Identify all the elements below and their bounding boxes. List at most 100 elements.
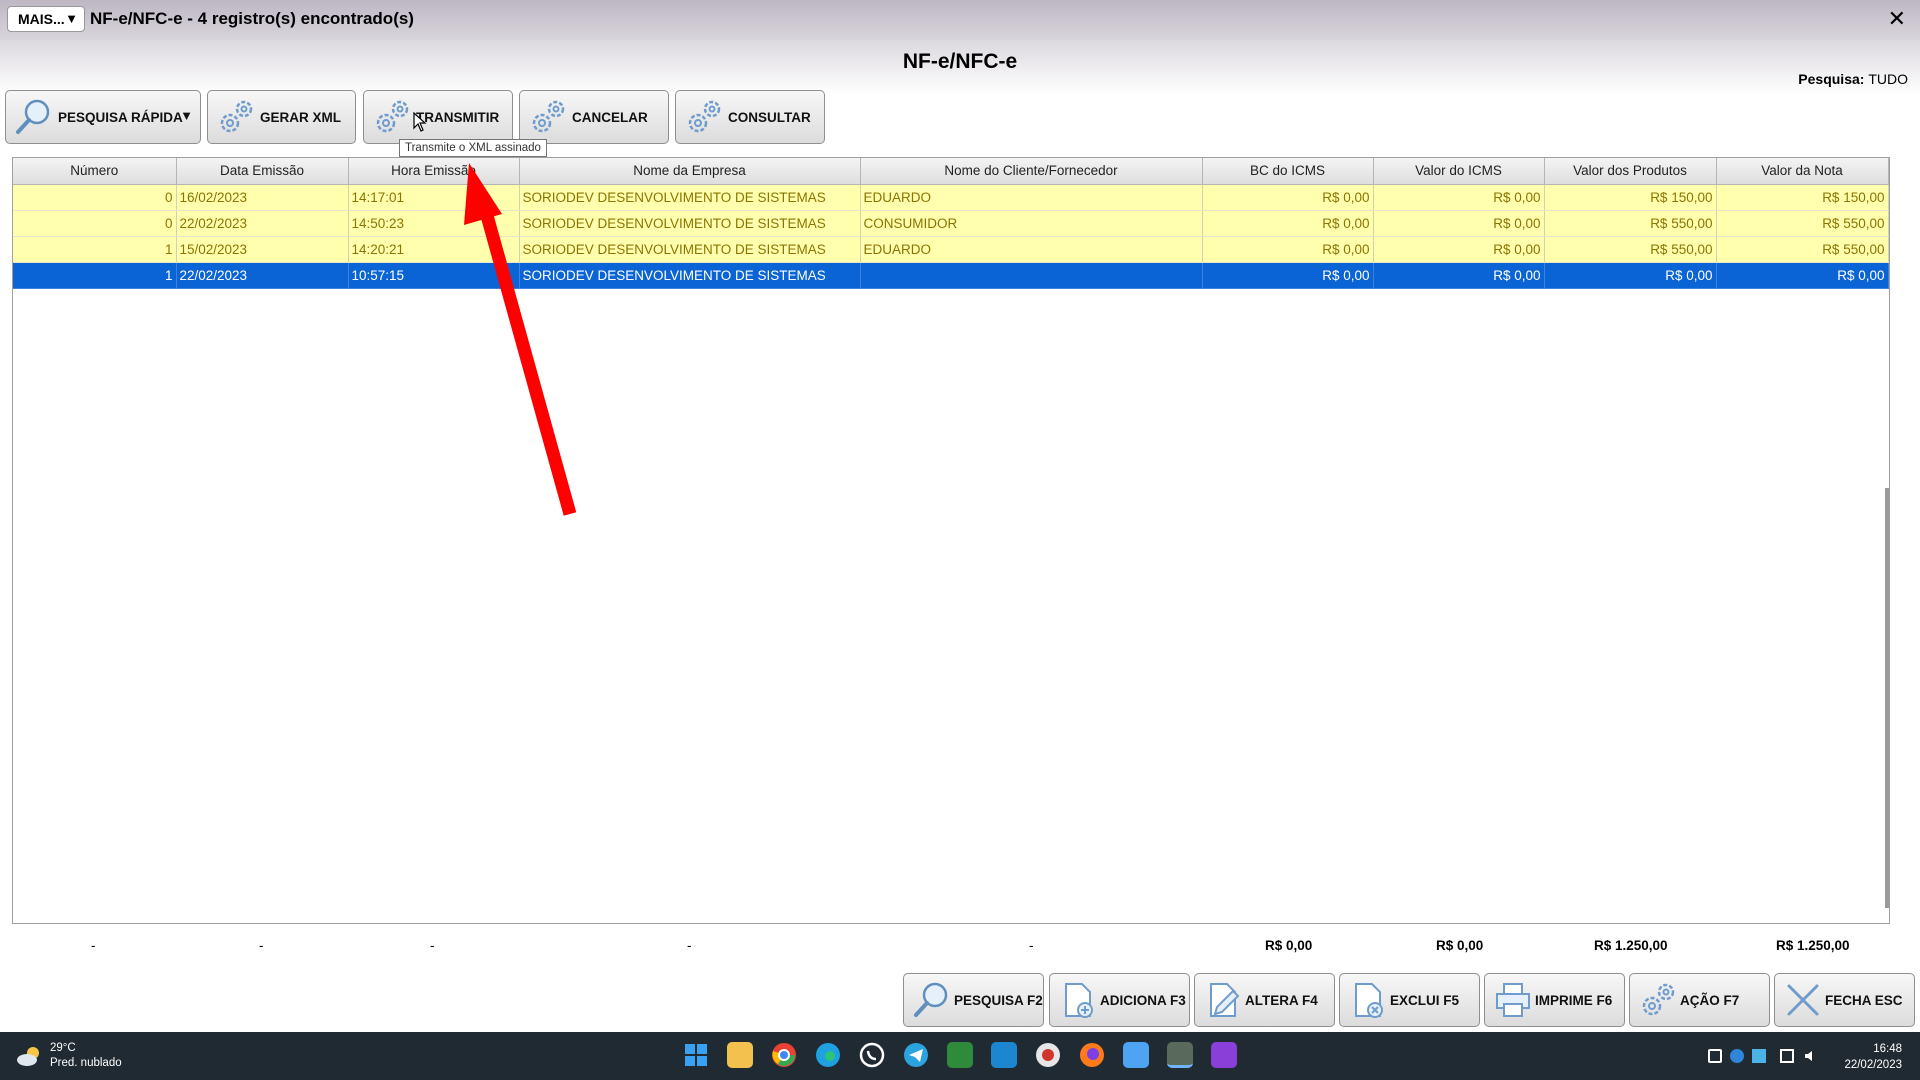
cell-valor-nota: R$ 0,00 [1716,262,1889,289]
column-header-nome-empresa[interactable]: Nome da Empresa [519,158,861,185]
total-hora: - [430,938,435,953]
cell-cliente: EDUARDO [860,236,1203,263]
action-f7-button[interactable]: AÇÃO F7 [1629,973,1770,1027]
cell-valor-produtos: R$ 550,00 [1544,236,1717,263]
cell-numero: 1 [13,236,177,263]
cell-bc-icms: R$ 0,00 [1202,184,1374,211]
add-f3-label: ADICIONA F3 [1100,992,1186,1008]
cloud-sync-icon[interactable] [1752,1049,1766,1063]
total-empresa: - [687,938,692,953]
battery-icon[interactable] [1708,1049,1722,1063]
magnifier-icon [16,99,50,134]
cloud-sun-icon [17,1047,39,1066]
search-scope-value: TUDO [1868,71,1908,87]
table-row[interactable]: 1 15/02/2023 14:20:21 SORIODEV DESENVOLV… [13,236,1889,263]
column-header-hora-emissao[interactable]: Hora Emissão [348,158,520,185]
generate-xml-label: GERAR XML [260,109,341,125]
cell-hora: 14:50:23 [348,210,520,237]
transmit-button[interactable]: TRANSMITIR [363,90,513,144]
cell-hora: 10:57:15 [348,262,520,289]
search-f2-label: PESQUISA F2 [954,992,1043,1008]
firefox-icon[interactable] [1079,1042,1105,1068]
spreadsheet-app-icon[interactable] [947,1042,973,1068]
security-icon[interactable] [1730,1049,1744,1063]
generate-xml-button[interactable]: GERAR XML [207,90,356,144]
remote-app-icon[interactable] [991,1042,1017,1068]
clock-date: 22/02/2023 [1844,1059,1902,1071]
query-label: CONSULTAR [728,109,811,125]
column-header-valor-produtos[interactable]: Valor dos Produtos [1544,158,1717,185]
cell-hora: 14:20:21 [348,236,520,263]
total-cliente: - [1029,938,1034,953]
notepad-icon[interactable] [1123,1042,1149,1068]
cell-numero: 1 [13,262,177,289]
cell-valor-icms: R$ 0,00 [1373,184,1545,211]
chrome-icon[interactable] [771,1042,797,1068]
search-f2-button[interactable]: PESQUISA F2 [903,973,1044,1027]
query-button[interactable]: CONSULTAR [675,90,825,144]
column-header-data-emissao[interactable]: Data Emissão [176,158,349,185]
gears-icon [220,100,253,133]
printer-icon [1496,983,1530,1017]
records-grid[interactable]: Número Data Emissão Hora Emissão Nome da… [12,157,1890,924]
delete-f5-button[interactable]: EXCLUI F5 [1339,973,1480,1027]
table-row[interactable]: 0 16/02/2023 14:17:01 SORIODEV DESENVOLV… [13,184,1889,211]
edit-f4-button[interactable]: ALTERA F4 [1194,973,1335,1027]
column-header-bc-icms[interactable]: BC do ICMS [1202,158,1374,185]
app-icon-circle[interactable] [1035,1042,1061,1068]
column-header-valor-nota[interactable]: Valor da Nota [1716,158,1889,185]
cell-bc-icms: R$ 0,00 [1202,262,1374,289]
close-icon[interactable]: ✕ [1888,6,1906,32]
gears-icon [688,100,721,133]
cell-valor-icms: R$ 0,00 [1373,236,1545,263]
system-clock[interactable]: 16:48 22/02/2023 [1844,1041,1902,1073]
windows-start-icon[interactable] [683,1042,709,1068]
column-header-numero[interactable]: Número [13,158,177,185]
cell-numero: 0 [13,210,177,237]
cell-valor-produtos: R$ 0,00 [1544,262,1717,289]
whatsapp-icon[interactable] [859,1042,885,1068]
mais-menu-button[interactable]: MAIS... ▼ [7,6,85,32]
magnifier-icon [914,982,948,1017]
window-titlebar: MAIS... ▼ NF-e/NFC-e - 4 registro(s) enc… [0,0,1920,40]
video-app-icon[interactable] [1211,1042,1237,1068]
cell-cliente: EDUARDO [860,184,1203,211]
close-esc-button[interactable]: FECHA ESC [1774,973,1915,1027]
grid-header-row: Número Data Emissão Hora Emissão Nome da… [13,158,1889,185]
cell-valor-nota: R$ 550,00 [1716,210,1889,237]
edge-icon[interactable] [815,1042,841,1068]
column-header-valor-icms[interactable]: Valor do ICMS [1373,158,1545,185]
mais-label: MAIS... [18,11,65,27]
erp-app-icon[interactable] [1167,1042,1193,1068]
cancel-button[interactable]: CANCELAR [519,90,669,144]
caret-down-icon[interactable]: ▼ [180,108,193,123]
table-row-selected[interactable]: 1 22/02/2023 10:57:15 SORIODEV DESENVOLV… [13,262,1889,289]
quick-search-label: PESQUISA RÁPIDA [58,109,183,125]
cell-bc-icms: R$ 0,00 [1202,236,1374,263]
weather-widget[interactable]: 29°C Pred. nublado [16,1041,122,1071]
vertical-scrollbar[interactable] [1885,488,1889,908]
edit-f4-label: ALTERA F4 [1245,992,1318,1008]
file-explorer-icon[interactable] [727,1042,753,1068]
cell-empresa: SORIODEV DESENVOLVIMENTO DE SISTEMAS [519,236,861,263]
document-add-icon [1065,983,1093,1018]
network-icon[interactable] [1780,1049,1794,1063]
mouse-cursor-icon [413,112,427,132]
quick-search-button[interactable]: PESQUISA RÁPIDA ▼ [5,90,201,144]
print-f6-button[interactable]: IMPRIME F6 [1484,973,1625,1027]
telegram-icon[interactable] [903,1042,929,1068]
cell-cliente [860,262,1203,289]
total-valor-produtos: R$ 1.250,00 [1594,938,1668,953]
cell-valor-icms: R$ 0,00 [1373,262,1545,289]
column-header-nome-cliente[interactable]: Nome do Cliente/Fornecedor [860,158,1203,185]
cell-empresa: SORIODEV DESENVOLVIMENTO DE SISTEMAS [519,262,861,289]
volume-icon[interactable] [1804,1049,1818,1063]
cell-cliente: CONSUMIDOR [860,210,1203,237]
print-f6-label: IMPRIME F6 [1535,992,1613,1008]
document-edit-icon [1210,983,1240,1017]
document-delete-icon [1355,983,1383,1018]
total-valor-icms: R$ 0,00 [1436,938,1484,953]
add-f3-button[interactable]: ADICIONA F3 [1049,973,1190,1027]
cell-valor-produtos: R$ 550,00 [1544,210,1717,237]
table-row[interactable]: 0 22/02/2023 14:50:23 SORIODEV DESENVOLV… [13,210,1889,237]
